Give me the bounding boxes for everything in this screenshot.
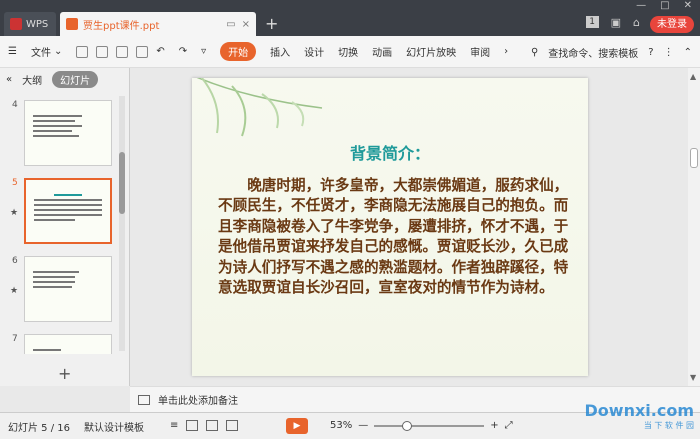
collapse-panel-icon[interactable]: « [6,74,12,85]
gift-icon[interactable]: ⌂ [633,16,640,29]
slide-title[interactable]: 背景简介： [192,140,588,164]
tab-design[interactable]: 设计 [304,44,324,59]
willow-leaf-decoration-icon [196,78,323,137]
print-icon[interactable] [116,45,129,58]
title-bar: WPS 贾生ppt课件.ppt ▭ × + — □ ✕ 1 ▣ ⌂ 未登录 [0,0,700,36]
undo-icon[interactable]: ↶ [156,46,164,57]
ribbon-more-icon[interactable]: › [504,46,508,57]
close-window-icon[interactable]: ✕ [684,0,692,14]
menu-icon[interactable]: ☰ [8,46,17,57]
login-button[interactable]: 未登录 [650,16,694,33]
quick-access-dropdown-icon[interactable]: ▿ [201,46,206,57]
zoom-out-icon[interactable]: — [358,420,368,431]
command-search[interactable]: 查找命令、搜索模板 [548,45,638,60]
export-pdf-icon[interactable] [96,45,109,58]
slide-thumbnail[interactable] [24,334,112,354]
tab-animation[interactable]: 动画 [372,44,392,59]
slide-number: 5 [12,178,18,188]
normal-view-icon[interactable] [186,420,199,431]
notes-toggle-icon[interactable]: ≡ [170,420,178,431]
slide-panel: « 大纲 幻灯片 4 5 ★ 6 ★ 7 + [0,68,130,386]
editing-canvas: 背景简介： 晚唐时期，许多皇帝，大都崇佛媚道，服药求仙，不顾民生，不任贤才，李商… [130,68,688,386]
slide-thumbnail[interactable] [24,256,112,322]
status-bar: 幻灯片 5 / 16 默认设计模板 ≡ ▶ 53% — + ⤢ Downxi.c… [0,401,700,439]
panel-scrollbar[interactable] [119,96,125,351]
file-menu[interactable]: 文件 ⌄ [31,44,62,59]
scroll-up-icon[interactable]: ▲ [690,72,696,81]
reading-view-icon[interactable] [226,420,239,431]
notes-icon [138,394,150,405]
list-item[interactable]: 4 [0,100,118,170]
wps-tab-label: WPS [26,18,49,30]
design-template-label[interactable]: 默认设计模板 [84,419,144,434]
watermark-subtext: 当 下 软 件 园 [643,421,694,430]
slide-number: 4 [12,100,18,110]
search-icon[interactable]: ⚲ [531,47,538,58]
play-slideshow-button[interactable]: ▶ [286,418,308,434]
slide-sorter-icon[interactable] [206,420,219,431]
save-icon[interactable] [76,45,89,58]
animation-star-icon: ★ [10,286,19,296]
watermark-text: Downxi.com [584,401,694,420]
thumbnail-list: 4 5 ★ 6 ★ 7 [0,94,118,354]
document-tab[interactable]: 贾生ppt课件.ppt ▭ × [60,12,256,36]
fit-window-icon[interactable]: ⤢ [505,420,513,431]
slide-thumbnail-selected[interactable] [24,178,112,244]
wps-home-tab[interactable]: WPS [4,12,56,36]
add-slide-button[interactable]: + [58,364,71,383]
current-slide[interactable]: 背景简介： 晚唐时期，许多皇帝，大都崇佛媚道，服药求仙，不顾民生，不任贤才，李商… [192,78,588,376]
more-options-icon[interactable]: ⋮ [664,47,674,58]
zoom-level[interactable]: 53% [330,420,352,431]
list-item[interactable]: 7 [0,334,118,354]
print-preview-icon[interactable] [136,45,149,58]
zoom-slider-knob[interactable] [402,420,413,431]
file-menu-label: 文件 [30,48,51,59]
document-tab-title: 贾生ppt课件.ppt [83,20,160,32]
scroll-down-icon[interactable]: ▼ [690,373,696,382]
zoom-in-icon[interactable]: + [490,420,498,431]
tab-slides[interactable]: 幻灯片 [52,70,99,88]
collapse-ribbon-icon[interactable]: ⌃ [684,47,692,58]
zoom-slider[interactable] [374,420,485,431]
tab-slideshow[interactable]: 幻灯片放映 [406,44,456,59]
minimize-icon[interactable]: — [636,0,646,14]
tab-review[interactable]: 审阅 [470,44,490,59]
list-item[interactable]: 5 ★ [0,178,118,248]
tab-transition[interactable]: 切换 [338,44,358,59]
ribbon-menu: ☰ 文件 ⌄ ↶ ↷ ▿ 开始 插入 设计 切换 动画 幻灯片放映 审阅 › ⚲ … [0,36,700,68]
new-tab-button[interactable]: + [265,14,278,33]
skin-icon[interactable]: ▣ [611,16,621,29]
maximize-icon[interactable]: □ [660,0,669,14]
canvas-scrollbar[interactable]: ▲ ▼ [688,68,700,386]
panel-scrollbar-thumb[interactable] [119,152,125,214]
animation-star-icon: ★ [10,208,19,218]
site-watermark: Downxi.com 当 下 软 件 园 [585,401,694,431]
slide-thumbnail[interactable] [24,100,112,166]
close-tab-icon[interactable]: × [242,19,250,30]
canvas-scrollbar-thumb[interactable] [690,148,698,168]
slide-number: 6 [12,256,18,266]
wps-logo-icon [10,18,22,30]
notes-placeholder[interactable]: 单击此处添加备注 [158,392,238,407]
redo-icon[interactable]: ↷ [179,46,187,57]
help-icon[interactable]: ? [648,47,653,58]
pin-icon[interactable]: ▭ [226,19,235,30]
window-count-badge[interactable]: 1 [585,16,599,28]
slide-body-text[interactable]: 晚唐时期，许多皇帝，大都崇佛媚道，服药求仙，不顾民生，不任贤才，李商隐无法施展自… [218,176,574,298]
slide-counter: 幻灯片 5 / 16 [8,422,70,434]
slide-number: 7 [12,334,18,344]
tab-outline[interactable]: 大纲 [22,72,42,87]
ppt-file-icon [66,18,78,30]
tab-insert[interactable]: 插入 [270,44,290,59]
tab-start[interactable]: 开始 [220,42,257,61]
list-item[interactable]: 6 ★ [0,256,118,326]
